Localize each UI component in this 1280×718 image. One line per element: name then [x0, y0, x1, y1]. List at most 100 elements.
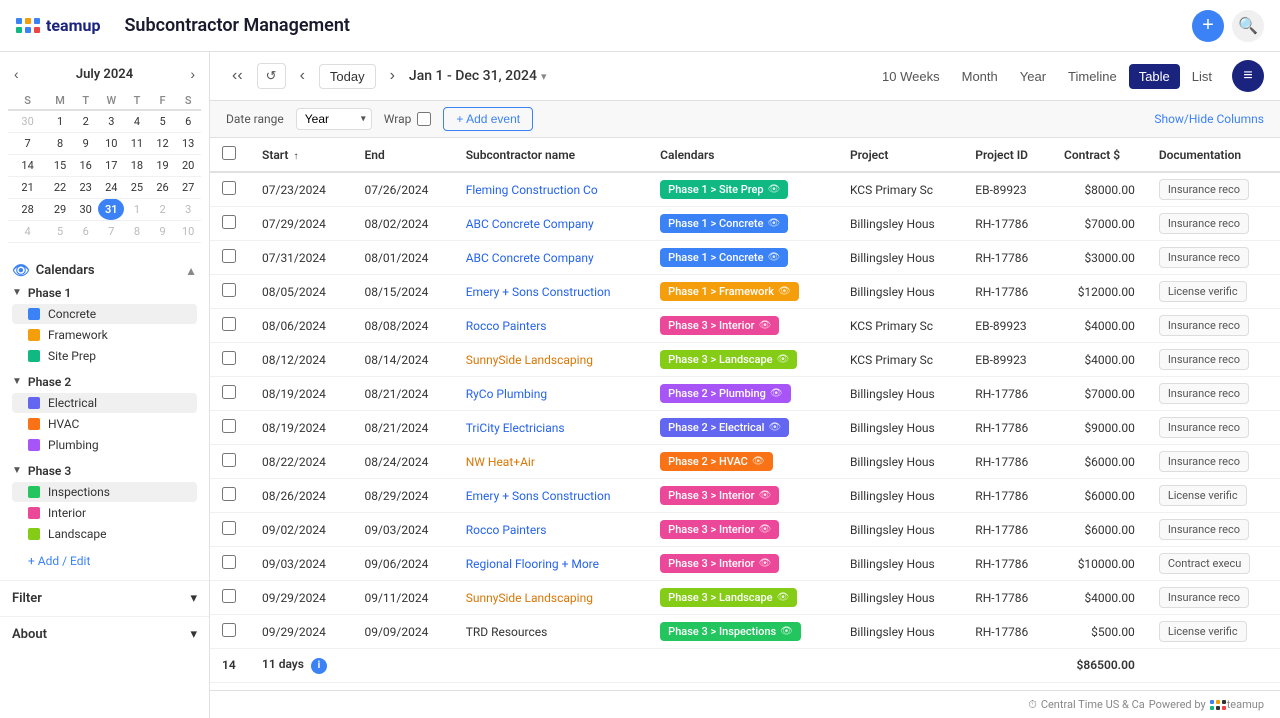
- col-calendars[interactable]: Calendars: [648, 138, 838, 172]
- row-subcontractor[interactable]: Emery + Sons Construction: [454, 479, 648, 513]
- date-range-select[interactable]: Year Month Week Custom: [296, 108, 372, 130]
- cal-day[interactable]: 3: [98, 110, 124, 132]
- col-project-id[interactable]: Project ID: [963, 138, 1052, 172]
- row-subcontractor[interactable]: RyCo Plumbing: [454, 377, 648, 411]
- sidebar-item-interior[interactable]: Interior: [12, 503, 197, 523]
- cal-day[interactable]: 4: [124, 110, 150, 132]
- view-month-button[interactable]: Month: [952, 64, 1008, 89]
- row-subcontractor[interactable]: ABC Concrete Company: [454, 207, 648, 241]
- cal-day[interactable]: 8: [124, 220, 150, 242]
- cal-day[interactable]: 17: [98, 154, 124, 176]
- cal-day[interactable]: 21: [8, 176, 47, 198]
- cal-day[interactable]: 30: [8, 110, 47, 132]
- cal-day[interactable]: 10: [175, 220, 201, 242]
- subcontractor-link[interactable]: Regional Flooring + More: [466, 557, 599, 571]
- cal-day[interactable]: 25: [124, 176, 150, 198]
- view-table-button[interactable]: Table: [1129, 64, 1180, 89]
- view-10weeks-button[interactable]: 10 Weeks: [872, 64, 950, 89]
- row-subcontractor[interactable]: SunnySide Landscaping: [454, 581, 648, 615]
- sidebar-item-inspections[interactable]: Inspections: [12, 482, 197, 502]
- refresh-button[interactable]: ↺: [257, 63, 286, 89]
- cal-day[interactable]: 10: [98, 132, 124, 154]
- toolbar-back-button[interactable]: ‹: [294, 65, 311, 87]
- subcontractor-link[interactable]: NW Heat+Air: [466, 455, 535, 469]
- phase2-header[interactable]: ▼ Phase 2: [12, 372, 197, 392]
- col-end[interactable]: End: [352, 138, 453, 172]
- cal-day[interactable]: 2: [73, 110, 99, 132]
- cal-day[interactable]: 4: [8, 220, 47, 242]
- cal-day[interactable]: 30: [73, 198, 99, 220]
- view-timeline-button[interactable]: Timeline: [1058, 64, 1127, 89]
- filter-accordion[interactable]: Filter ▾: [0, 580, 209, 616]
- today-button[interactable]: Today: [319, 64, 376, 89]
- cal-day[interactable]: 5: [150, 110, 176, 132]
- row-subcontractor[interactable]: NW Heat+Air: [454, 445, 648, 479]
- cal-day[interactable]: 22: [47, 176, 73, 198]
- row-subcontractor[interactable]: Regional Flooring + More: [454, 547, 648, 581]
- sidebar-item-plumbing[interactable]: Plumbing: [12, 435, 197, 455]
- cal-day[interactable]: 1: [124, 198, 150, 220]
- phase1-header[interactable]: ▼ Phase 1: [12, 283, 197, 303]
- sidebar-item-framework[interactable]: Framework: [12, 325, 197, 345]
- subcontractor-link[interactable]: RyCo Plumbing: [466, 387, 547, 401]
- subcontractor-link[interactable]: Emery + Sons Construction: [466, 489, 611, 503]
- row-subcontractor[interactable]: SunnySide Landscaping: [454, 343, 648, 377]
- show-hide-columns-link[interactable]: Show/Hide Columns: [1154, 112, 1264, 126]
- cal-day[interactable]: 27: [175, 176, 201, 198]
- row-subcontractor[interactable]: ABC Concrete Company: [454, 241, 648, 275]
- cal-day[interactable]: 13: [175, 132, 201, 154]
- col-project[interactable]: Project: [838, 138, 963, 172]
- subcontractor-link[interactable]: Emery + Sons Construction: [466, 285, 611, 299]
- sidebar-item-landscape[interactable]: Landscape: [12, 524, 197, 544]
- cal-day[interactable]: 24: [98, 176, 124, 198]
- subcontractor-link[interactable]: Rocco Painters: [466, 319, 547, 333]
- view-year-button[interactable]: Year: [1010, 64, 1056, 89]
- cal-day[interactable]: 11: [124, 132, 150, 154]
- toolbar-forward-button[interactable]: ›: [384, 65, 401, 87]
- about-accordion[interactable]: About ▾: [0, 616, 209, 652]
- cal-day[interactable]: 7: [98, 220, 124, 242]
- sidebar-item-concrete[interactable]: Concrete: [12, 304, 197, 324]
- row-subcontractor[interactable]: Fleming Construction Co: [454, 172, 648, 207]
- cal-day[interactable]: 2: [150, 198, 176, 220]
- row-checkbox[interactable]: [222, 453, 236, 467]
- cal-next-button[interactable]: ›: [184, 64, 201, 84]
- row-subcontractor[interactable]: TRD Resources: [454, 615, 648, 649]
- cal-day[interactable]: 28: [8, 198, 47, 220]
- wrap-checkbox[interactable]: [417, 112, 431, 126]
- row-checkbox[interactable]: [222, 215, 236, 229]
- col-start[interactable]: Start ↑: [250, 138, 352, 172]
- cal-day[interactable]: 9: [150, 220, 176, 242]
- row-checkbox[interactable]: [222, 385, 236, 399]
- cal-day[interactable]: 23: [73, 176, 99, 198]
- row-checkbox[interactable]: [222, 317, 236, 331]
- sidebar-item-siteprep[interactable]: Site Prep: [12, 346, 197, 366]
- sidebar-item-hvac[interactable]: HVAC: [12, 414, 197, 434]
- row-subcontractor[interactable]: Rocco Painters: [454, 513, 648, 547]
- cal-day[interactable]: 26: [150, 176, 176, 198]
- row-checkbox[interactable]: [222, 419, 236, 433]
- subcontractor-link[interactable]: TriCity Electricians: [466, 421, 565, 435]
- subcontractor-link[interactable]: ABC Concrete Company: [466, 251, 594, 265]
- cal-day[interactable]: 6: [175, 110, 201, 132]
- cal-day[interactable]: 1: [47, 110, 73, 132]
- row-checkbox[interactable]: [222, 283, 236, 297]
- cal-day[interactable]: 6: [73, 220, 99, 242]
- row-checkbox[interactable]: [222, 555, 236, 569]
- cal-day[interactable]: 14: [8, 154, 47, 176]
- add-event-header-button[interactable]: +: [1192, 10, 1224, 42]
- view-list-button[interactable]: List: [1182, 64, 1222, 89]
- cal-day[interactable]: 3: [175, 198, 201, 220]
- row-subcontractor[interactable]: Emery + Sons Construction: [454, 275, 648, 309]
- subcontractor-link[interactable]: SunnySide Landscaping: [466, 591, 593, 605]
- row-checkbox[interactable]: [222, 589, 236, 603]
- add-edit-link[interactable]: + Add / Edit: [12, 550, 197, 572]
- row-checkbox[interactable]: [222, 623, 236, 637]
- sidebar-item-electrical[interactable]: Electrical: [12, 393, 197, 413]
- row-checkbox[interactable]: [222, 487, 236, 501]
- select-all-checkbox[interactable]: [222, 146, 236, 160]
- cal-day[interactable]: 8: [47, 132, 73, 154]
- col-documentation[interactable]: Documentation: [1147, 138, 1280, 172]
- cal-day[interactable]: 31: [98, 198, 124, 220]
- phase3-header[interactable]: ▼ Phase 3: [12, 461, 197, 481]
